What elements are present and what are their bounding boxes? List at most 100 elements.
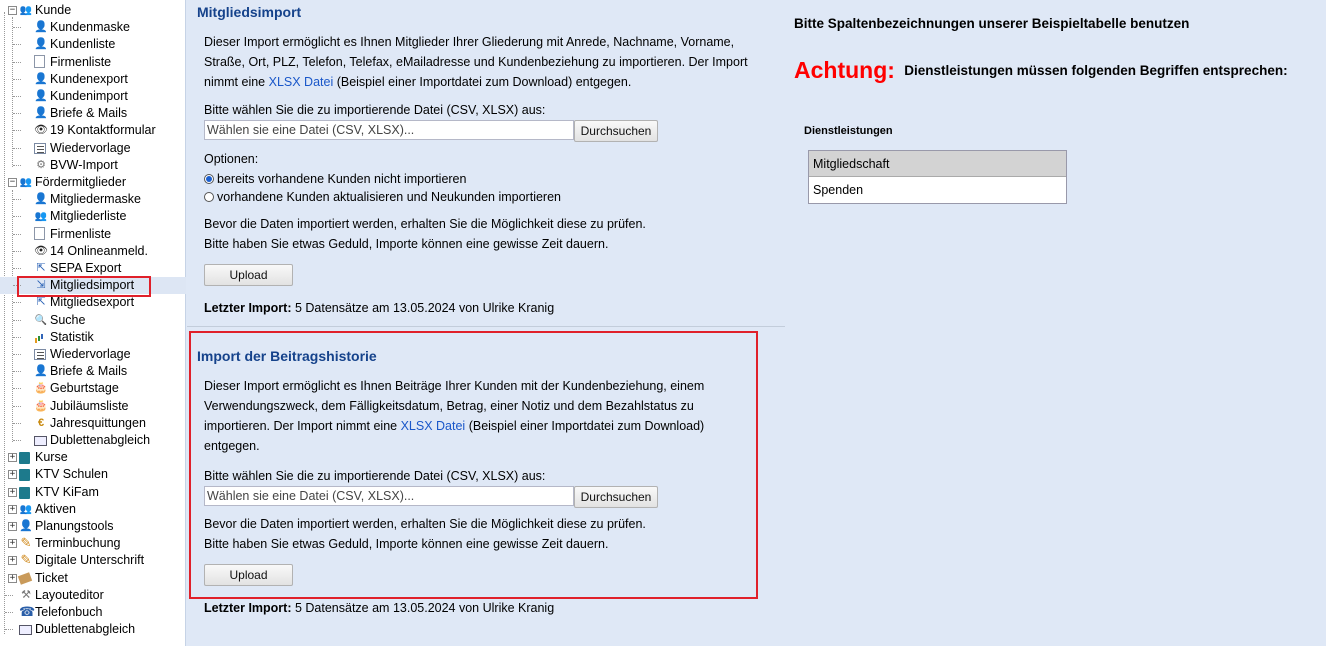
person-icon: [34, 364, 48, 378]
coin-icon: [34, 416, 48, 430]
sidebar-item-label: Kundenmaske: [50, 20, 130, 35]
sidebar-item-label: Kundenexport: [50, 71, 128, 86]
sidebar-item-label: Fördermitglieder: [35, 175, 127, 189]
sidebar-item-label: Kunde: [35, 3, 72, 17]
info-line: Bevor die Daten importiert werden, erhal…: [204, 517, 646, 531]
services-row: Spenden: [813, 183, 864, 197]
sidebar-item-label: Kurse: [35, 450, 68, 465]
sidebar-item-label: Firmenliste: [50, 226, 112, 241]
last-import-value: 5 Datensätze am 13.05.2024 von Ulrike Kr…: [291, 601, 555, 615]
main-content: Mitgliedsimport Dieser Import ermöglicht…: [187, 0, 787, 646]
sidebar-item-label: Ticket: [35, 570, 68, 585]
tree-connector: [13, 61, 21, 63]
import2-info: Bevor die Daten importiert werden, erhal…: [204, 514, 764, 554]
sidebar-item-label: Layouteditor: [35, 587, 104, 602]
group-icon: [34, 209, 48, 223]
expand-icon[interactable]: +: [8, 470, 17, 480]
expand-icon[interactable]: +: [8, 539, 17, 549]
sidebar-item-label: Briefe & Mails: [50, 364, 128, 379]
person-icon: [19, 519, 33, 533]
eye-icon: [34, 244, 48, 258]
import1-description: Dieser Import ermöglicht es Ihnen Mitgli…: [204, 32, 764, 92]
import2-description: Dieser Import ermöglicht es Ihnen Beiträ…: [204, 376, 764, 456]
option-update-existing-label: vorhandene Kunden aktualisieren und Neuk…: [217, 190, 561, 204]
expand-icon[interactable]: +: [8, 504, 17, 514]
last-import-value: 5 Datensätze am 13.05.2024 von Ulrike Kr…: [291, 301, 555, 315]
import1-info: Bevor die Daten importiert werden, erhal…: [204, 214, 764, 254]
group-icon: [19, 175, 33, 189]
tree-connector: [13, 199, 21, 201]
file-input[interactable]: Wählen sie eine Datei (CSV, XLSX)...: [204, 486, 574, 506]
tree-connector: [5, 612, 13, 613]
sidebar-item-label: Terminbuchung: [35, 536, 121, 551]
tree-connector: [13, 44, 21, 46]
duplicate-icon: [34, 436, 47, 446]
sidebar-item-label: 19 Kontaktformular: [50, 123, 156, 138]
collapse-icon[interactable]: −: [8, 6, 17, 15]
description-line: entgegen.: [204, 439, 260, 453]
xlsx-download-link[interactable]: XLSX Datei: [401, 419, 466, 433]
collapse-icon[interactable]: −: [8, 178, 17, 187]
sidebar-item-label: Dublettenabgleich: [35, 622, 136, 637]
person-icon: [34, 37, 48, 51]
sidebar-item-label: Aktiven: [35, 501, 76, 516]
selected-item-highlight: [17, 276, 151, 297]
tree-connector: [5, 629, 13, 631]
xlsx-download-link[interactable]: XLSX Datei: [269, 75, 334, 89]
navigation-tree: − Kunde Kundenmaske Kundenliste Firmenliste K…: [0, 0, 186, 646]
browse-button[interactable]: Durchsuchen: [574, 120, 658, 142]
expand-icon[interactable]: +: [8, 453, 17, 463]
tree-connector: [13, 164, 21, 166]
sidebar-item-label: Mitgliedermaske: [50, 192, 142, 207]
expand-icon[interactable]: +: [8, 556, 17, 566]
tree-connector: [13, 216, 21, 218]
person-icon: [34, 20, 48, 34]
last-import-label: Letzter Import:: [204, 301, 292, 315]
document-icon: [34, 54, 45, 68]
tree-connector: [13, 78, 21, 80]
sidebar-item-label: Wiedervorlage: [50, 347, 131, 361]
option-update-existing-radio[interactable]: [204, 192, 214, 202]
info-line: Bitte haben Sie etwas Geduld, Importe kö…: [204, 237, 609, 251]
sidebar-item-label: Wiedervorlage: [50, 140, 131, 155]
description-line: Straße, Ort, PLZ, Telefon, Telefax, eMai…: [204, 55, 748, 69]
sidebar-item-label: 14 Onlineanmeld.: [50, 243, 148, 258]
gear-icon: [34, 158, 48, 172]
sidebar-item-label: Suche: [50, 312, 86, 327]
sidebar-item-label: Briefe & Mails: [50, 106, 128, 121]
description-line: nimmt eine: [204, 75, 269, 89]
tree-connector: [13, 233, 21, 235]
last-import-label: Letzter Import:: [204, 601, 292, 615]
file-input[interactable]: Wählen sie eine Datei (CSV, XLSX)...: [204, 120, 574, 140]
tree-connector: [13, 130, 21, 132]
help-heading: Bitte Spaltenbezeichnungen unserer Beisp…: [794, 16, 1190, 31]
sidebar-item-label: KTV KiFam: [35, 484, 99, 499]
expand-icon[interactable]: +: [8, 573, 17, 583]
attention-text: Dienstleistungen müssen folgenden Begrif…: [904, 63, 1288, 78]
tool-icon: [19, 588, 33, 602]
section-title-beitragshistorie: Import der Beitragshistorie: [197, 348, 377, 364]
tree-connector: [13, 147, 21, 149]
tree-connector: [13, 354, 21, 355]
option-skip-existing-label: bereits vorhandene Kunden nicht importie…: [217, 172, 467, 186]
tree-connector: [13, 319, 21, 321]
sidebar-item-label: SEPA Export: [50, 261, 122, 275]
book-icon: [19, 486, 30, 499]
export-icon: [34, 261, 48, 275]
browse-button[interactable]: Durchsuchen: [574, 486, 658, 508]
cake-icon: [34, 381, 48, 395]
pen-icon: [19, 536, 33, 550]
tree-connector: [13, 440, 21, 441]
section-title-mitgliedsimport: Mitgliedsimport: [197, 4, 302, 20]
expand-icon[interactable]: +: [8, 487, 17, 497]
cake-icon: [34, 399, 48, 413]
sidebar-item-label: Firmenliste: [50, 54, 112, 69]
upload-button[interactable]: Upload: [204, 564, 293, 586]
sidebar-item-label: Dublettenabgleich: [50, 433, 151, 447]
upload-button[interactable]: Upload: [204, 264, 293, 286]
sidebar-item-label: Digitale Unterschrift: [35, 553, 145, 568]
expand-icon[interactable]: +: [8, 522, 17, 531]
tree-connector: [13, 371, 21, 373]
option-skip-existing-radio[interactable]: [204, 174, 214, 184]
book-icon: [19, 469, 30, 482]
